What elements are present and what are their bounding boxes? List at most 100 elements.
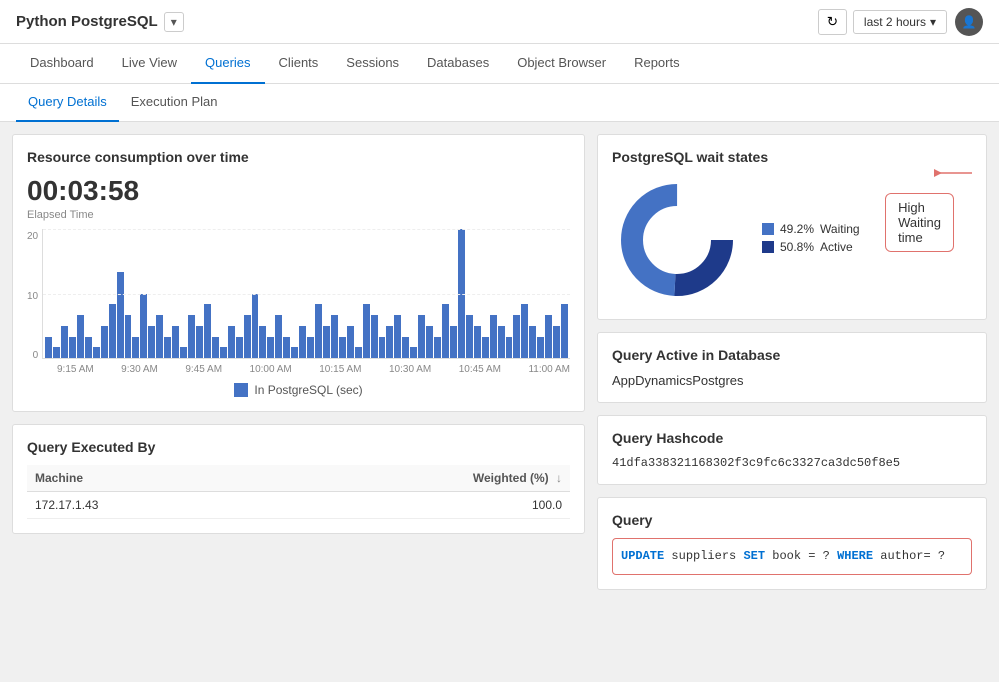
bar xyxy=(93,347,100,358)
kw-set: SET xyxy=(743,549,765,563)
bar xyxy=(188,315,195,358)
bar xyxy=(545,315,552,358)
user-button[interactable]: 👤 xyxy=(955,8,983,36)
legend-waiting: 49.2% Waiting xyxy=(762,222,860,236)
content: Resource consumption over time 00:03:58 … xyxy=(0,122,999,682)
resource-card-title: Resource consumption over time xyxy=(27,149,570,165)
bar xyxy=(386,326,393,358)
bar xyxy=(553,326,560,358)
sub-nav: Query Details Execution Plan xyxy=(0,84,999,122)
time-range-button[interactable]: last 2 hours ▾ xyxy=(853,10,947,34)
bar xyxy=(561,304,568,358)
bar xyxy=(434,337,441,359)
query-active-value: AppDynamicsPostgres xyxy=(612,373,972,388)
refresh-button[interactable]: ↻ xyxy=(818,9,847,35)
legend-box xyxy=(234,383,248,397)
bar xyxy=(172,326,179,358)
bar xyxy=(339,337,346,359)
waiting-label: Waiting xyxy=(820,222,860,236)
bar xyxy=(371,315,378,358)
bar xyxy=(148,326,155,358)
bar xyxy=(379,337,386,359)
legend-label: In PostgreSQL (sec) xyxy=(254,383,362,397)
donut-legend: 49.2% Waiting 50.8% Active xyxy=(762,222,860,258)
right-panel: PostgreSQL wait states 49.2% Waiting xyxy=(597,134,987,670)
nav-item-clients[interactable]: Clients xyxy=(265,44,333,84)
header: Python PostgreSQL ▾ ↻ last 2 hours ▾ 👤 xyxy=(0,0,999,44)
query-executed-title: Query Executed By xyxy=(27,439,570,455)
query-active-card: Query Active in Database AppDynamicsPost… xyxy=(597,332,987,403)
nav-item-sessions[interactable]: Sessions xyxy=(332,44,413,84)
query-suppliers: suppliers xyxy=(664,549,743,563)
bar xyxy=(347,326,354,358)
x-label-5: 10:30 AM xyxy=(389,364,431,375)
query-hashcode-card: Query Hashcode 41dfa338321168302f3c9fc6c… xyxy=(597,415,987,485)
tooltip-box: High Waiting time xyxy=(885,193,954,252)
bar xyxy=(275,315,282,358)
active-dot xyxy=(762,241,774,253)
weighted-cell: 100.0 xyxy=(261,492,570,519)
bar xyxy=(69,337,76,359)
bar xyxy=(521,304,528,358)
bar xyxy=(228,326,235,358)
bar xyxy=(236,337,243,359)
tab-execution-plan[interactable]: Execution Plan xyxy=(119,84,230,122)
nav-item-databases[interactable]: Databases xyxy=(413,44,503,84)
chevron-down-icon: ▾ xyxy=(930,15,936,29)
wait-states-card: PostgreSQL wait states 49.2% Waiting xyxy=(597,134,987,320)
query-card: Query UPDATE suppliers SET book = ? WHER… xyxy=(597,497,987,590)
y-label-min: 0 xyxy=(33,350,39,361)
bar xyxy=(244,315,251,358)
bar xyxy=(537,337,544,359)
bar xyxy=(61,326,68,358)
bar xyxy=(482,337,489,359)
bar xyxy=(180,347,187,358)
bar xyxy=(402,337,409,359)
query-set-val: book = ? xyxy=(765,549,837,563)
query-active-title: Query Active in Database xyxy=(612,347,972,363)
bar xyxy=(117,272,124,358)
x-label-7: 11:00 AM xyxy=(528,364,570,375)
bar xyxy=(490,315,497,358)
bar xyxy=(291,347,298,358)
col-machine: Machine xyxy=(27,465,261,492)
bar xyxy=(212,337,219,359)
x-labels: 9:15 AM 9:30 AM 9:45 AM 10:00 AM 10:15 A… xyxy=(57,364,570,375)
bar xyxy=(220,347,227,358)
donut-container: 49.2% Waiting 50.8% Active xyxy=(612,175,972,305)
nav-item-liveview[interactable]: Live View xyxy=(108,44,191,84)
bar xyxy=(394,315,401,358)
bar xyxy=(156,315,163,358)
nav-item-objectbrowser[interactable]: Object Browser xyxy=(503,44,620,84)
machine-cell: 172.17.1.43 xyxy=(27,492,261,519)
y-label-mid: 10 xyxy=(27,291,38,302)
nav-item-reports[interactable]: Reports xyxy=(620,44,694,84)
bar xyxy=(77,315,84,358)
bar xyxy=(125,315,132,358)
query-hashcode-title: Query Hashcode xyxy=(612,430,972,446)
bar xyxy=(299,326,306,358)
y-label-max: 20 xyxy=(27,231,38,242)
tooltip-area: High Waiting time xyxy=(934,163,974,183)
bar xyxy=(450,326,457,358)
nav-item-dashboard[interactable]: Dashboard xyxy=(16,44,108,84)
elapsed-time-value: 00:03:58 xyxy=(27,175,570,207)
bar xyxy=(164,337,171,359)
bar xyxy=(53,347,60,358)
time-range-label: last 2 hours xyxy=(864,15,926,29)
bar xyxy=(474,326,481,358)
app-title: Python PostgreSQL xyxy=(16,13,158,30)
app-dropdown-button[interactable]: ▾ xyxy=(164,12,184,32)
bar xyxy=(204,304,211,358)
bar xyxy=(363,304,370,358)
bar xyxy=(196,326,203,358)
query-hashcode-value: 41dfa338321168302f3c9fc6c3327ca3dc50f8e5 xyxy=(612,456,972,470)
active-label: Active xyxy=(820,240,853,254)
tab-query-details[interactable]: Query Details xyxy=(16,84,119,122)
col-weighted: Weighted (%) ↓ xyxy=(261,465,570,492)
bar xyxy=(331,315,338,358)
chart-legend: In PostgreSQL (sec) xyxy=(27,383,570,397)
nav-item-queries[interactable]: Queries xyxy=(191,44,265,84)
main-nav: Dashboard Live View Queries Clients Sess… xyxy=(0,44,999,84)
chart-area: 20 10 0 9:15 AM 9:30 AM 9:45 A xyxy=(27,229,570,397)
